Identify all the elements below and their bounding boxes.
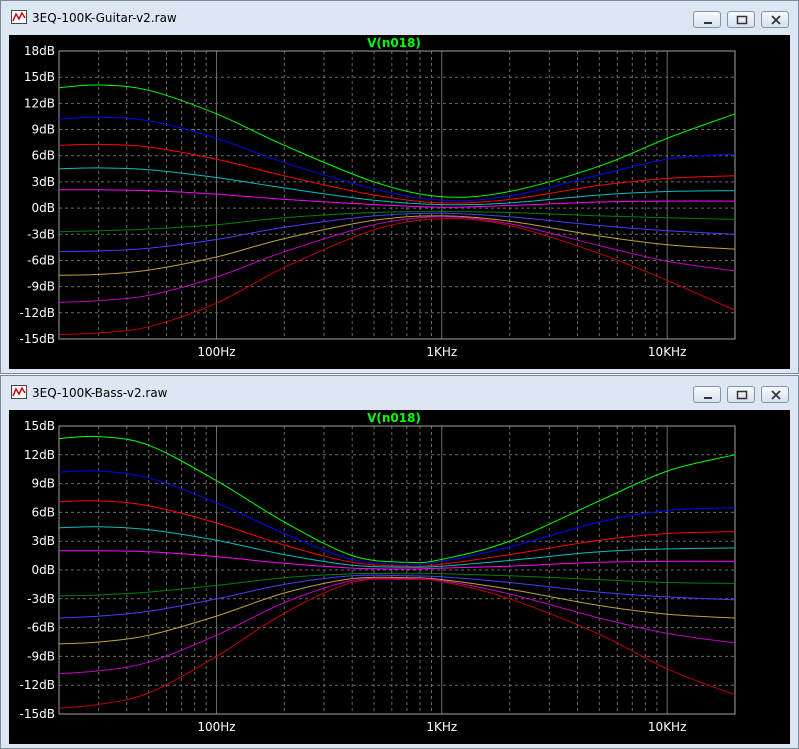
maximize-button[interactable] bbox=[727, 386, 755, 403]
waveform-app-icon bbox=[11, 10, 27, 24]
y-tick-label: 18dB bbox=[24, 44, 55, 58]
y-tick-label: 15dB bbox=[24, 70, 55, 84]
close-icon bbox=[771, 15, 781, 25]
y-tick-label: -6dB bbox=[27, 254, 55, 268]
y-tick-label: 3dB bbox=[32, 175, 55, 189]
grid bbox=[58, 50, 736, 340]
waveform-window-bass[interactable]: 3EQ-100K-Bass-v2.raw 15dB 12dB 9dB 6dB 3dB 0d… bbox=[0, 375, 799, 749]
close-icon bbox=[771, 390, 781, 400]
y-tick-label: 12dB bbox=[24, 96, 55, 110]
trace-label[interactable]: V(n018) bbox=[367, 411, 421, 425]
y-tick-label: 6dB bbox=[32, 149, 55, 163]
x-tick-label: 100Hz bbox=[197, 345, 235, 359]
response-trace bbox=[58, 576, 736, 645]
maximize-icon bbox=[736, 15, 748, 25]
y-tick-label: -3dB bbox=[27, 592, 55, 606]
close-button[interactable] bbox=[761, 386, 789, 403]
maximize-icon bbox=[736, 390, 748, 400]
frequency-response-chart[interactable]: 18dB 15dB 12dB 9dB 6dB 3dB 0dB -3dB -6dB -9dB -12d… bbox=[9, 35, 790, 369]
maximize-button[interactable] bbox=[727, 11, 755, 28]
response-trace bbox=[58, 573, 736, 597]
y-tick-label: 12dB bbox=[24, 448, 55, 462]
y-tick-label: 15dB bbox=[24, 419, 55, 433]
y-tick-label: -9dB bbox=[27, 649, 55, 663]
y-tick-label: -9dB bbox=[27, 280, 55, 294]
y-tick-label: 9dB bbox=[32, 123, 55, 137]
window-title: 3EQ-100K-Guitar-v2.raw bbox=[32, 11, 177, 25]
y-tick-label: -3dB bbox=[27, 227, 55, 241]
response-trace bbox=[58, 212, 736, 253]
plot-pane[interactable]: 18dB 15dB 12dB 9dB 6dB 3dB 0dB -3dB -6dB -9dB -12d… bbox=[9, 35, 790, 369]
close-button[interactable] bbox=[761, 11, 789, 28]
y-tick-label: 9dB bbox=[32, 477, 55, 491]
waveform-window-guitar[interactable]: 3EQ-100K-Guitar-v2.raw 18dB 15dB 12dB 9dB 6d… bbox=[0, 0, 799, 374]
title-bar[interactable]: 3EQ-100K-Bass-v2.raw bbox=[1, 376, 798, 410]
x-tick-label: 100Hz bbox=[197, 720, 235, 734]
y-tick-label: 0dB bbox=[32, 563, 55, 577]
y-tick-label: -15dB bbox=[20, 707, 55, 721]
waveform-app-icon bbox=[11, 385, 27, 399]
plot-pane[interactable]: 15dB 12dB 9dB 6dB 3dB 0dB -3dB -6dB -9dB -12dB -15… bbox=[9, 410, 790, 744]
response-trace bbox=[58, 84, 736, 198]
frequency-response-chart[interactable]: 15dB 12dB 9dB 6dB 3dB 0dB -3dB -6dB -9dB -12dB -15… bbox=[9, 410, 790, 744]
x-tick-label: 1KHz bbox=[426, 345, 457, 359]
grid bbox=[58, 425, 736, 715]
y-tick-label: 3dB bbox=[32, 534, 55, 548]
minimize-icon bbox=[704, 397, 712, 399]
window-title: 3EQ-100K-Bass-v2.raw bbox=[32, 386, 168, 400]
trace-label[interactable]: V(n018) bbox=[367, 36, 421, 50]
y-tick-label: -12dB bbox=[20, 306, 55, 320]
x-tick-label: 1KHz bbox=[426, 720, 457, 734]
response-trace bbox=[58, 167, 736, 206]
minimize-icon bbox=[704, 22, 712, 24]
minimize-button[interactable] bbox=[693, 11, 721, 28]
y-tick-label: 0dB bbox=[32, 201, 55, 215]
response-trace bbox=[58, 500, 736, 567]
title-bar[interactable]: 3EQ-100K-Guitar-v2.raw bbox=[1, 1, 798, 35]
minimize-button[interactable] bbox=[693, 386, 721, 403]
y-tick-label: -15dB bbox=[20, 332, 55, 346]
response-trace bbox=[58, 577, 736, 675]
y-tick-label: -12dB bbox=[20, 678, 55, 692]
y-tick-label: 6dB bbox=[32, 505, 55, 519]
response-trace bbox=[58, 216, 736, 303]
y-tick-label: -6dB bbox=[27, 621, 55, 635]
response-trace bbox=[58, 217, 736, 336]
x-tick-label: 10KHz bbox=[648, 345, 686, 359]
x-tick-label: 10KHz bbox=[648, 720, 686, 734]
plot-border bbox=[58, 50, 736, 340]
